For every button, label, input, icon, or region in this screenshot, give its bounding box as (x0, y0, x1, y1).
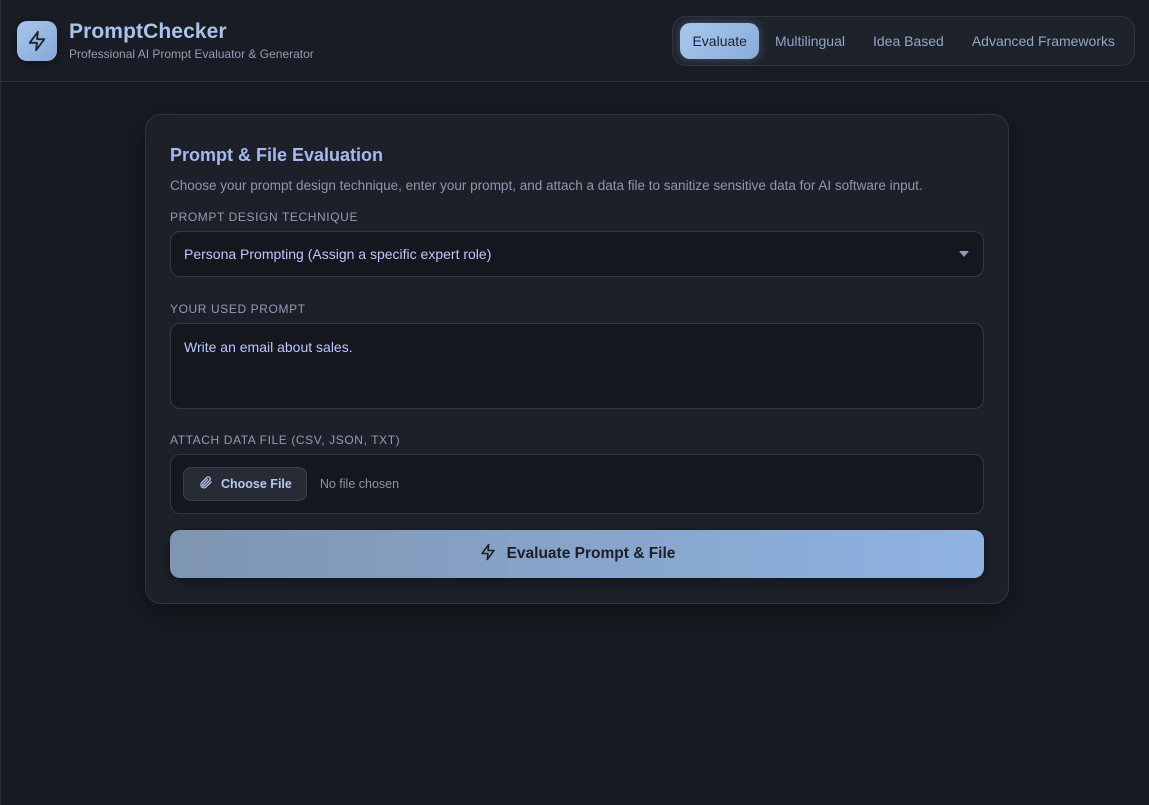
prompt-label: YOUR USED PROMPT (170, 302, 306, 316)
choose-file-label: Choose File (221, 477, 292, 491)
file-label: ATTACH DATA FILE (CSV, JSON, TXT) (170, 433, 401, 447)
tab-multilingual[interactable]: Multilingual (763, 23, 857, 59)
prompt-textarea[interactable]: Write an email about sales. (170, 323, 984, 409)
app-window: PromptChecker Professional AI Prompt Eva… (0, 0, 1149, 805)
nav-tabs: Evaluate Multilingual Idea Based Advance… (672, 15, 1135, 66)
technique-value: Persona Prompting (Assign a specific exp… (184, 246, 492, 262)
technique-select[interactable]: Persona Prompting (Assign a specific exp… (170, 231, 984, 277)
header: PromptChecker Professional AI Prompt Eva… (1, 0, 1149, 82)
file-input: Choose File No file chosen (170, 454, 984, 514)
choose-file-button[interactable]: Choose File (183, 467, 307, 501)
app-title: PromptChecker (69, 20, 227, 43)
tab-idea-based[interactable]: Idea Based (861, 23, 956, 59)
tab-advanced-frameworks[interactable]: Advanced Frameworks (960, 23, 1127, 59)
tab-evaluate[interactable]: Evaluate (680, 22, 759, 59)
card-title: Prompt & File Evaluation (170, 145, 384, 165)
brand: PromptChecker Professional AI Prompt Eva… (17, 20, 314, 61)
chevron-down-icon (959, 251, 969, 257)
evaluate-button-label: Evaluate Prompt & File (506, 545, 676, 562)
file-status: No file chosen (319, 477, 400, 491)
evaluate-button[interactable]: Evaluate Prompt & File (170, 530, 984, 578)
bolt-icon (17, 20, 57, 61)
card-description: Choose your prompt design technique, ent… (170, 178, 923, 193)
app-subtitle: Professional AI Prompt Evaluator & Gener… (69, 47, 314, 61)
paperclip-icon (198, 475, 213, 493)
bolt-icon (479, 543, 497, 566)
evaluation-card: Prompt & File Evaluation Choose your pro… (145, 114, 1009, 604)
technique-label: PROMPT DESIGN TECHNIQUE (170, 210, 359, 224)
